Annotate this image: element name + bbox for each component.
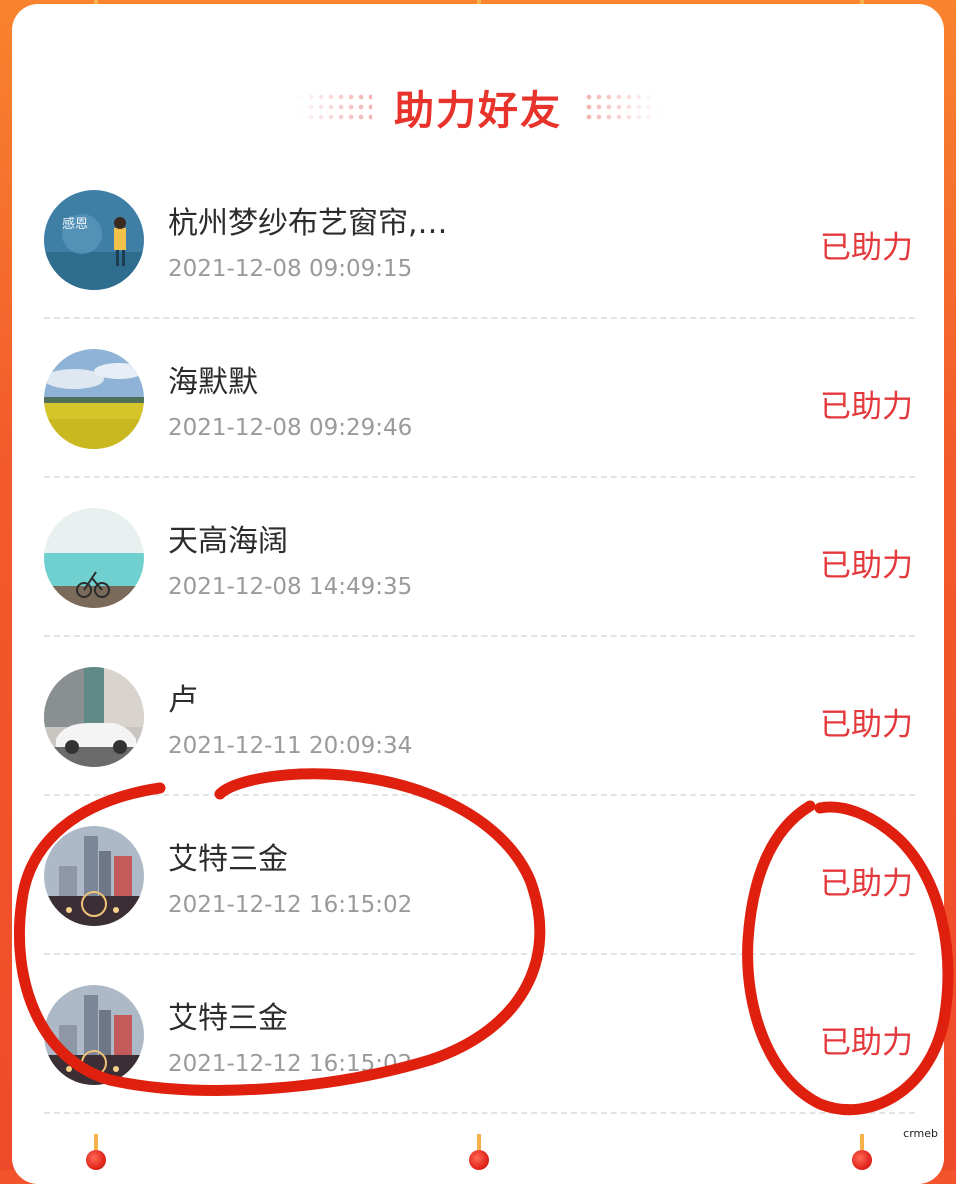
- flower-field-avatar: [44, 349, 144, 449]
- watermark-logo: crmeb: [903, 1127, 938, 1140]
- bottom-right-pin: [852, 1150, 872, 1170]
- friend-name: 卢: [168, 675, 198, 719]
- assist-status: 已助力: [820, 699, 913, 744]
- white-car-avatar: [44, 667, 144, 767]
- assist-time: 2021-12-08 09:29:46: [168, 415, 412, 441]
- friend-name: 海默默: [168, 357, 258, 401]
- list-item: 感恩 杭州梦纱布艺窗帘,… 2021-12-08 09:09:15 已助力: [44, 160, 915, 319]
- assist-time: 2021-12-08 14:49:35: [168, 574, 412, 600]
- city-night-avatar: [44, 985, 144, 1085]
- list-item: 卢 2021-12-11 20:09:34 已助力: [44, 637, 915, 796]
- assist-status: 已助力: [820, 540, 913, 585]
- dots-decoration-left: [296, 92, 372, 122]
- svg-text:感恩: 感恩: [62, 216, 88, 232]
- assist-status: 已助力: [820, 1017, 913, 1062]
- assist-status: 已助力: [820, 858, 913, 903]
- city-night-avatar: [44, 826, 144, 926]
- assist-time: 2021-12-12 16:15:02: [168, 1051, 412, 1077]
- list-item: 天高海阔 2021-12-08 14:49:35 已助力: [44, 478, 915, 637]
- bottom-center-pin: [469, 1150, 489, 1170]
- assist-status: 已助力: [820, 222, 913, 267]
- list-item: 艾特三金 2021-12-12 16:15:02 已助力: [44, 955, 915, 1114]
- friend-name: 艾特三金: [168, 834, 288, 878]
- bottom-left-pin: [86, 1150, 106, 1170]
- list-item: 艾特三金 2021-12-12 16:15:02 已助力: [44, 796, 915, 955]
- section-header: 助力好友: [0, 72, 956, 142]
- assist-time: 2021-12-11 20:09:34: [168, 733, 412, 759]
- sea-bicycle-avatar: [44, 508, 144, 608]
- friend-name: 天高海阔: [168, 516, 288, 560]
- list-item: 海默默 2021-12-08 09:29:46 已助力: [44, 319, 915, 478]
- assist-status: 已助力: [820, 381, 913, 426]
- assist-time: 2021-12-08 09:09:15: [168, 256, 412, 282]
- friend-list: 感恩 杭州梦纱布艺窗帘,… 2021-12-08 09:09:15 已助力 海默…: [44, 160, 915, 1114]
- friend-name: 杭州梦纱布艺窗帘,…: [168, 198, 448, 242]
- friend-name: 艾特三金: [168, 993, 288, 1037]
- dots-decoration-right: [584, 92, 660, 122]
- wall-graffiti-avatar: 感恩: [44, 190, 144, 290]
- page-title: 助力好友: [394, 78, 562, 136]
- assist-time: 2021-12-12 16:15:02: [168, 892, 412, 918]
